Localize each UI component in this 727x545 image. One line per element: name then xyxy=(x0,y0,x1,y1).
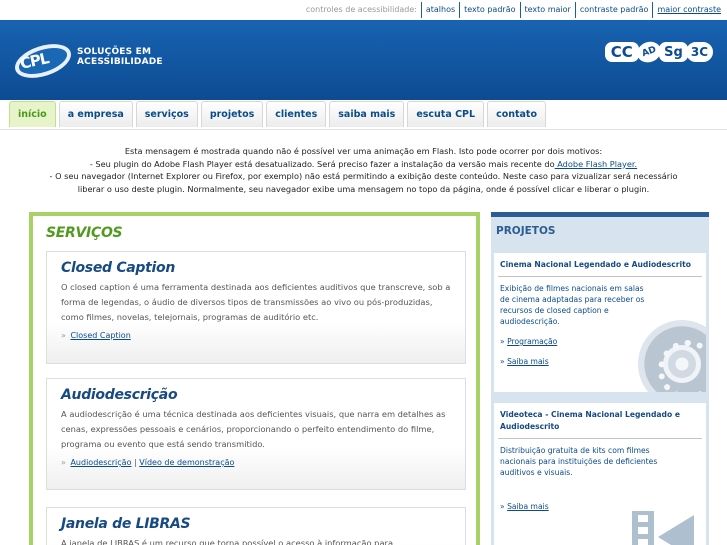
brand-tagline: SOLUÇÕES EM ACESSIBILIDADE xyxy=(77,47,163,67)
film-strip xyxy=(632,511,654,545)
project-title[interactable]: Videoteca - Cinema Nacional Legendado e … xyxy=(498,403,702,439)
brand-line-2: ACESSIBILIDADE xyxy=(77,57,163,67)
main-nav: início a empresa serviços projetos clien… xyxy=(0,100,727,130)
flash-line-4: liberar o uso deste plugin. Normalmente,… xyxy=(77,183,650,194)
service-title[interactable]: Audiodescrição xyxy=(61,387,451,403)
arrow-icon: » xyxy=(61,458,66,467)
service-card-janela-de-libras: Janela de LIBRAS A janela de LIBRAS é um… xyxy=(46,507,466,545)
arrow-icon: » xyxy=(61,331,66,340)
audiodescricao-link[interactable]: Audiodescrição xyxy=(70,458,131,467)
service-title[interactable]: Janela de LIBRAS xyxy=(61,516,451,532)
flash-line-3: - O seu navegador (Internet Explorer ou … xyxy=(49,171,678,182)
site-header: CPL SOLUÇÕES EM ACESSIBILIDADE CC AD Sg … xyxy=(0,20,727,100)
nav-item-escuta-cpl[interactable]: escuta CPL xyxy=(407,101,485,127)
project-description: Exibição de filmes nacionais em salas de… xyxy=(500,284,645,326)
project-card-cinema: Cinema Nacional Legendado e Audiodescrit… xyxy=(494,253,706,392)
service-links: » Closed Caption xyxy=(61,331,451,340)
cc-badge-icon: CC xyxy=(604,42,639,62)
sign-language-badge-icon: Sg xyxy=(659,42,688,62)
shortcuts-link[interactable]: atalhos xyxy=(420,2,459,18)
project-link-row: » Saiba mais xyxy=(494,502,706,511)
ad-badge-icon: AD xyxy=(634,38,664,66)
closed-caption-link[interactable]: Closed Caption xyxy=(70,331,130,340)
high-contrast-link[interactable]: maior contraste xyxy=(652,2,725,18)
nav-item-projetos[interactable]: projetos xyxy=(200,101,264,127)
arrow-icon: » xyxy=(500,357,505,366)
default-contrast-link[interactable]: contraste padrão xyxy=(574,2,653,18)
saiba-mais-link[interactable]: Saiba mais xyxy=(507,357,549,366)
arrow-icon: » xyxy=(500,502,505,511)
larger-text-link[interactable]: texto maior xyxy=(519,2,575,18)
nav-item-servicos[interactable]: serviços xyxy=(135,101,198,127)
demo-video-link[interactable]: Vídeo de demonstração xyxy=(139,458,234,467)
programacao-link[interactable]: Programação xyxy=(507,337,557,346)
projects-title: PROJETOS xyxy=(496,225,556,237)
default-text-link[interactable]: texto padrão xyxy=(459,2,519,18)
service-links: » Audiodescrição | Vídeo de demonstração xyxy=(61,458,451,467)
project-link-row: » Programação xyxy=(494,337,706,346)
accessibility-bar: controles de acessibilidade: atalhos tex… xyxy=(0,0,727,20)
flash-line-1: Esta mensagem é mostrada quando não é po… xyxy=(124,146,603,156)
film-reel-icon xyxy=(638,320,706,392)
nav-item-saiba-mais[interactable]: saiba mais xyxy=(329,101,405,127)
accessibility-badges: CC AD Sg 3C xyxy=(604,38,713,66)
link-separator: | xyxy=(134,458,137,467)
saiba-mais-link[interactable]: Saiba mais xyxy=(507,502,549,511)
film-hole xyxy=(638,515,648,522)
project-card-videoteca: Videoteca - Cinema Nacional Legendado e … xyxy=(494,403,706,545)
service-description: A audiodescrição é uma técnica destinada… xyxy=(61,409,446,449)
flash-fallback-message: Esta mensagem é mostrada quando não é po… xyxy=(0,145,727,195)
services-title: SERVIÇOS xyxy=(46,225,123,241)
service-title[interactable]: Closed Caption xyxy=(61,260,451,276)
flash-line-2-text: - Seu plugin do Adobe Flash Player está … xyxy=(89,158,555,169)
accessibility-label: controles de acessibilidade: xyxy=(305,5,417,14)
project-description: Distribuição gratuita de kits com filmes… xyxy=(500,446,658,477)
project-title[interactable]: Cinema Nacional Legendado e Audiodescrit… xyxy=(498,253,702,277)
service-card-closed-caption: Closed Caption O closed caption é uma fe… xyxy=(46,251,466,364)
service-card-audiodescricao: Audiodescrição A audiodescrição é uma té… xyxy=(46,378,466,490)
arrow-icon: » xyxy=(500,337,505,346)
service-description: A janela de LIBRAS é um recurso que torn… xyxy=(61,538,394,545)
film-hole xyxy=(638,539,648,545)
nav-item-contato[interactable]: contato xyxy=(487,101,547,127)
projects-sidebar: PROJETOS Cinema Nacional Legendado e Aud… xyxy=(491,212,709,545)
flash-line-2: - Seu plugin do Adobe Flash Player está … xyxy=(0,158,727,171)
nav-item-clientes[interactable]: clientes xyxy=(266,101,327,127)
film-strip-icon xyxy=(632,511,706,545)
nav-item-inicio[interactable]: início xyxy=(9,101,56,127)
service-description: O closed caption é uma ferramenta destin… xyxy=(61,282,451,322)
play-triangle xyxy=(658,515,694,545)
3c-badge-icon: 3C xyxy=(685,42,713,62)
accessibility-links: atalhos texto padrão texto maior contras… xyxy=(420,2,725,18)
project-link-row: » Saiba mais xyxy=(494,357,706,366)
nav-item-a-empresa[interactable]: a empresa xyxy=(58,101,133,127)
adobe-flash-player-link[interactable]: Adobe Flash Player. xyxy=(555,159,637,169)
film-hole xyxy=(638,527,648,534)
services-panel: SERVIÇOS Closed Caption O closed caption… xyxy=(29,212,480,545)
brand-line-1: SOLUÇÕES EM xyxy=(77,47,152,57)
cpl-logo[interactable]: CPL xyxy=(10,37,76,85)
